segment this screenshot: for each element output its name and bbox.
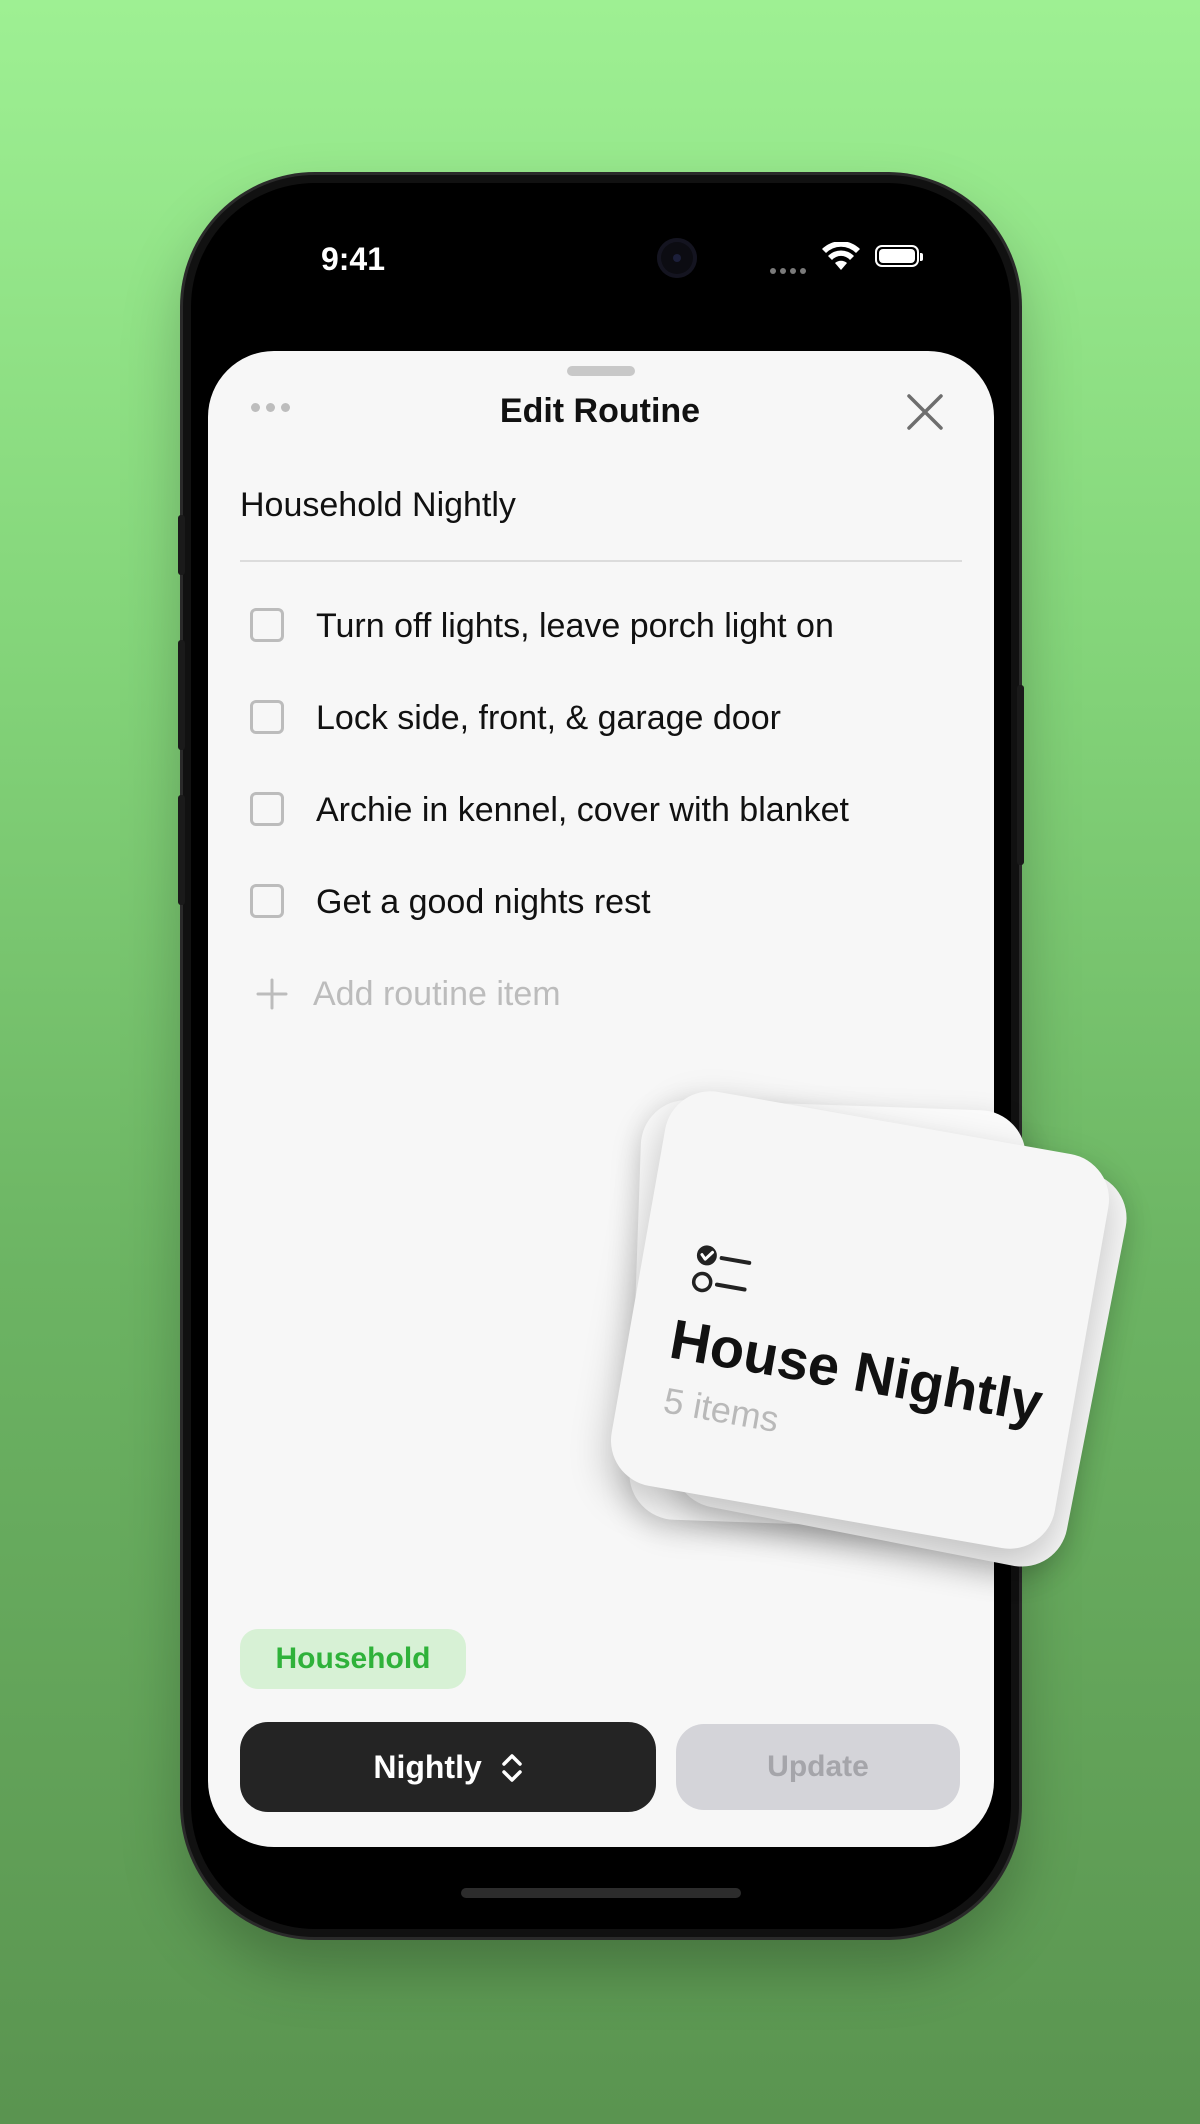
wifi-icon xyxy=(822,242,860,270)
routine-item: Archie in kennel, cover with blanket xyxy=(250,785,970,835)
item-label[interactable]: Turn off lights, leave porch light on xyxy=(316,601,834,651)
update-button[interactable]: Update xyxy=(676,1724,960,1810)
item-checkbox[interactable] xyxy=(250,884,284,918)
divider xyxy=(240,560,962,562)
volume-up-button xyxy=(178,640,185,750)
routine-item: Turn off lights, leave porch light on xyxy=(250,601,970,651)
cellular-signal-icon xyxy=(770,261,810,279)
item-checkbox[interactable] xyxy=(250,700,284,734)
sheet-title: Edit Routine xyxy=(499,392,701,430)
volume-down-button xyxy=(178,795,185,905)
card-item-count: 5 items xyxy=(660,1379,783,1441)
home-indicator xyxy=(461,1888,741,1898)
checklist-icon xyxy=(691,1245,752,1293)
camera-icon xyxy=(657,238,697,278)
item-label[interactable]: Archie in kennel, cover with blanket xyxy=(316,785,849,835)
action-button xyxy=(178,515,185,575)
routine-name-field[interactable]: Household Nightly xyxy=(240,480,940,530)
add-item-label: Add routine item xyxy=(313,975,561,1013)
category-tag[interactable]: Household xyxy=(240,1629,466,1689)
sheet-grabber[interactable] xyxy=(567,366,635,376)
item-checkbox[interactable] xyxy=(250,792,284,826)
more-options-icon[interactable] xyxy=(251,399,301,425)
routine-item: Lock side, front, & garage door xyxy=(250,693,970,743)
close-icon[interactable] xyxy=(905,392,945,432)
chevron-up-down-icon xyxy=(501,1753,522,1782)
item-label[interactable]: Lock side, front, & garage door xyxy=(316,693,781,743)
edit-routine-sheet xyxy=(208,351,994,1847)
frequency-label: Nightly xyxy=(373,1749,482,1785)
add-routine-item-button[interactable]: Add routine item xyxy=(255,969,755,1019)
battery-icon xyxy=(875,245,923,267)
routine-item: Get a good nights rest xyxy=(250,877,970,927)
item-checkbox[interactable] xyxy=(250,608,284,642)
plus-icon xyxy=(256,978,288,1010)
status-time: 9:41 xyxy=(320,241,386,277)
power-button xyxy=(1017,685,1024,865)
item-label[interactable]: Get a good nights rest xyxy=(316,877,651,927)
routine-card[interactable]: House Nightly 5 items xyxy=(603,1083,1117,1557)
frequency-picker-button[interactable]: Nightly xyxy=(240,1722,656,1812)
